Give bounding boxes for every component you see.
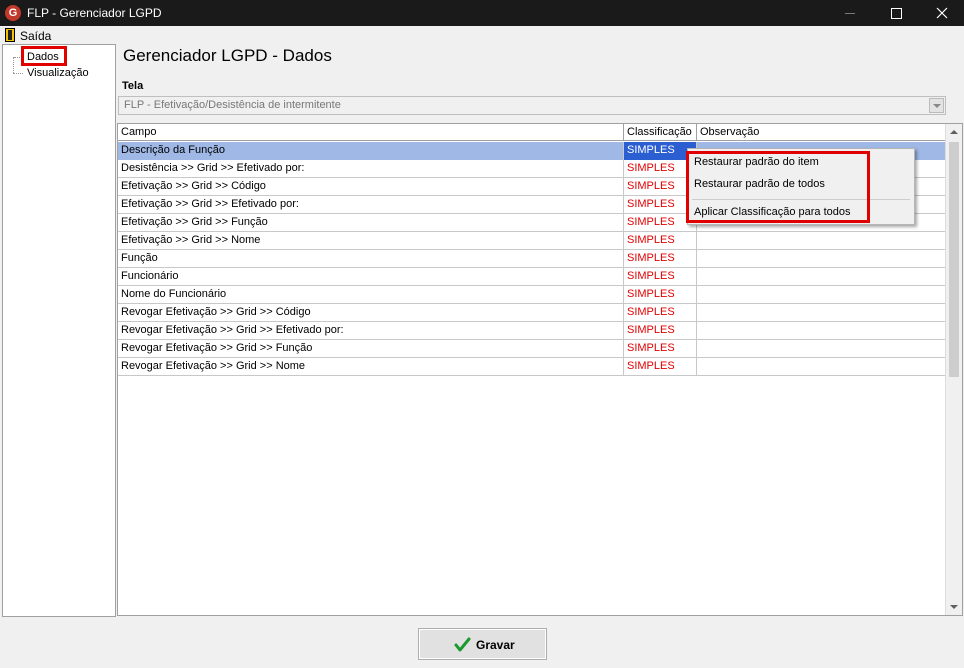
column-header-classificacao[interactable]: Classificação [624,124,697,141]
cell-classificacao[interactable]: SIMPLES [624,250,697,268]
table-row[interactable]: Função SIMPLES [118,250,946,268]
cell-observacao[interactable] [697,322,946,340]
column-header-campo[interactable]: Campo [118,124,624,141]
maximize-button[interactable] [874,0,919,26]
chevron-down-icon[interactable] [929,98,944,113]
window-title: FLP - Gerenciador LGPD [27,6,162,20]
cell-classificacao[interactable]: SIMPLES [624,304,697,322]
grid-header: Campo Classificação Observação [118,124,946,141]
cell-observacao[interactable] [697,340,946,358]
cell-campo[interactable]: Revogar Efetivação >> Grid >> Função [118,340,624,358]
vertical-scrollbar[interactable] [945,124,962,615]
cell-campo[interactable]: Revogar Efetivação >> Grid >> Nome [118,358,624,376]
screen-field-label: Tela [122,80,144,92]
table-row[interactable]: Funcionário SIMPLES [118,268,946,286]
screen-select-value: FLP - Efetivação/Desistência de intermit… [124,99,341,111]
highlight-box-dados [21,46,67,66]
scroll-up-arrow-icon[interactable] [946,124,962,140]
cell-observacao[interactable] [697,268,946,286]
table-row[interactable]: Nome do Funcionário SIMPLES [118,286,946,304]
cell-observacao[interactable] [697,232,946,250]
window-titlebar: G FLP - Gerenciador LGPD [0,0,964,26]
close-button[interactable] [919,0,964,26]
table-row[interactable]: Revogar Efetivação >> Grid >> Nome SIMPL… [118,358,946,376]
scroll-down-arrow-icon[interactable] [946,599,962,615]
save-button-label: Gravar [476,638,515,652]
table-row[interactable]: Revogar Efetivação >> Grid >> Função SIM… [118,340,946,358]
cell-campo[interactable]: Funcionário [118,268,624,286]
minimize-button[interactable] [828,0,873,26]
cell-campo[interactable]: Revogar Efetivação >> Grid >> Efetivado … [118,322,624,340]
cell-campo[interactable]: Efetivação >> Grid >> Nome [118,232,624,250]
cell-observacao[interactable] [697,250,946,268]
cell-classificacao[interactable]: SIMPLES [624,340,697,358]
screen-select[interactable]: FLP - Efetivação/Desistência de intermit… [118,96,946,115]
cell-campo[interactable]: Efetivação >> Grid >> Código [118,178,624,196]
cell-campo[interactable]: Desistência >> Grid >> Efetivado por: [118,160,624,178]
cell-campo[interactable]: Nome do Funcionário [118,286,624,304]
exit-door-icon [5,28,15,42]
highlight-box-context-menu [686,151,870,223]
navigation-tree: Dados Visualização [2,44,116,617]
menu-exit[interactable]: Saída [20,29,51,43]
cell-campo[interactable]: Revogar Efetivação >> Grid >> Código [118,304,624,322]
table-row[interactable]: Revogar Efetivação >> Grid >> Efetivado … [118,322,946,340]
save-button[interactable]: Gravar [418,628,547,660]
scrollbar-thumb[interactable] [949,142,959,377]
cell-classificacao[interactable]: SIMPLES [624,268,697,286]
cell-campo[interactable]: Descrição da Função [118,142,624,160]
cell-observacao[interactable] [697,358,946,376]
app-logo-icon: G [5,5,21,21]
menu-bar: Saída [0,26,964,44]
cell-classificacao[interactable]: SIMPLES [624,358,697,376]
tree-connector [13,73,23,74]
cell-campo[interactable]: Função [118,250,624,268]
cell-classificacao[interactable]: SIMPLES [624,322,697,340]
checkmark-icon [454,637,471,652]
tree-item-visualizacao[interactable]: Visualização [25,66,91,80]
cell-classificacao[interactable]: SIMPLES [624,286,697,304]
page-title: Gerenciador LGPD - Dados [123,46,332,65]
cell-campo[interactable]: Efetivação >> Grid >> Efetivado por: [118,196,624,214]
cell-observacao[interactable] [697,286,946,304]
close-icon [936,7,948,19]
table-row[interactable]: Efetivação >> Grid >> Nome SIMPLES [118,232,946,250]
cell-classificacao[interactable]: SIMPLES [624,232,697,250]
column-header-observacao[interactable]: Observação [697,124,946,141]
cell-observacao[interactable] [697,304,946,322]
cell-campo[interactable]: Efetivação >> Grid >> Função [118,214,624,232]
table-row[interactable]: Revogar Efetivação >> Grid >> Código SIM… [118,304,946,322]
